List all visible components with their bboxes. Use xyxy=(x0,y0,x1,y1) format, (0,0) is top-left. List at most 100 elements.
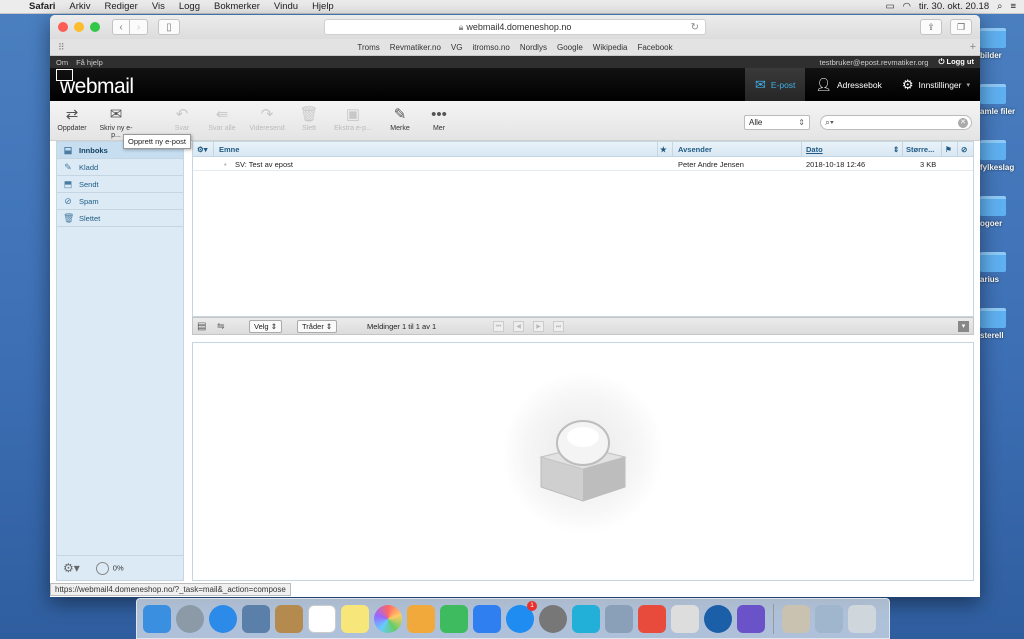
favorite-link[interactable]: Troms xyxy=(352,43,384,52)
prev-page-icon[interactable]: ◀ xyxy=(513,321,524,332)
list-view-icon[interactable]: ▤ xyxy=(197,321,206,332)
col-flag-star-icon[interactable]: ★ xyxy=(660,145,667,154)
migration-icon[interactable] xyxy=(572,604,600,633)
menu-bokmerker[interactable]: Bokmerker xyxy=(207,1,267,12)
menu-arkiv[interactable]: Arkiv xyxy=(62,1,97,12)
notes-icon[interactable] xyxy=(341,604,369,633)
folder-sent[interactable]: ⬒ Sendt xyxy=(57,176,183,193)
nav-addressbook[interactable]: 👤︎ Adressebok xyxy=(805,68,891,101)
table-row[interactable]: • SV: Test av epost Peter Andre Jensen 2… xyxy=(193,157,973,171)
desktop-folder[interactable] xyxy=(980,252,1006,272)
favorite-link[interactable]: Wikipedia xyxy=(588,43,633,52)
menu-vindu[interactable]: Vindu xyxy=(267,1,305,12)
quicktime-icon[interactable] xyxy=(704,604,732,633)
printer-icon[interactable] xyxy=(671,604,699,633)
display-icon[interactable]: ▭ xyxy=(886,1,895,12)
menu-rediger[interactable]: Rediger xyxy=(98,1,145,12)
menu-app[interactable]: Safari xyxy=(22,1,62,12)
threads-dropdown[interactable]: Tråder ⇕ xyxy=(297,320,338,333)
last-page-icon[interactable]: ⏭ xyxy=(553,321,564,332)
app-store-icon[interactable]: 1 xyxy=(506,600,537,633)
delete-button[interactable]: 🗑︎ Slett xyxy=(289,105,329,132)
forward-button[interactable]: › xyxy=(130,19,148,35)
wifi-icon[interactable]: ◠ xyxy=(903,1,911,12)
preview-app-icon[interactable] xyxy=(605,604,633,633)
list-options-icon[interactable]: ⚙▾ xyxy=(197,145,208,154)
checklist-icon[interactable] xyxy=(638,604,666,633)
back-button[interactable]: ‹ xyxy=(112,19,130,35)
favorite-link[interactable]: itromso.no xyxy=(467,43,514,52)
zoom-window-button[interactable] xyxy=(90,22,100,32)
desktop-folder[interactable] xyxy=(980,28,1006,48)
spotlight-icon[interactable]: ⌕ xyxy=(997,1,1002,12)
desktop-folder[interactable] xyxy=(980,140,1006,160)
col-date[interactable]: Dato xyxy=(806,145,823,154)
filter-select[interactable]: Alle ⇕ xyxy=(744,115,810,130)
caret-down-icon[interactable]: ▾ xyxy=(966,81,970,89)
forward-mail-button[interactable]: ↷ Videresend xyxy=(247,105,287,132)
mail-app-icon[interactable] xyxy=(242,604,270,633)
numbers-icon[interactable] xyxy=(440,604,468,633)
logout-link[interactable]: ⏻ Logg ut xyxy=(938,57,974,67)
search-input[interactable]: ⌕▾ ✕ xyxy=(820,115,972,130)
row-subject[interactable]: SV: Test av epost xyxy=(235,160,293,169)
grid-icon[interactable]: ⠿ xyxy=(58,42,65,53)
imovie-icon[interactable] xyxy=(737,604,765,633)
tabs-button[interactable]: ❐ xyxy=(950,19,972,35)
list-icon[interactable]: ≡ xyxy=(1010,1,1016,12)
col-size[interactable]: Større... xyxy=(906,145,934,154)
webmail-logo[interactable]: webmail xyxy=(55,68,134,99)
pages-icon[interactable] xyxy=(407,604,435,633)
collapse-preview-icon[interactable]: ▾ xyxy=(958,321,969,332)
new-tab-icon[interactable]: + xyxy=(970,41,976,53)
reply-all-button[interactable]: ⇚ Svar alle xyxy=(202,105,242,132)
folder-actions-gear-icon[interactable]: ⚙▾ xyxy=(63,561,80,575)
close-window-button[interactable] xyxy=(58,22,68,32)
search-icon[interactable]: ⌕▾ xyxy=(825,117,834,128)
threads-toggle-icon[interactable]: ⇋ xyxy=(217,321,225,332)
desktop-folder[interactable] xyxy=(980,308,1006,328)
launchpad-icon[interactable] xyxy=(176,604,204,633)
menu-vis[interactable]: Vis xyxy=(145,1,172,12)
about-link[interactable]: Om xyxy=(56,58,68,67)
col-attachment-icon[interactable]: ⊘ xyxy=(961,145,967,154)
help-link[interactable]: Få hjelp xyxy=(76,58,103,67)
favorite-link[interactable]: Facebook xyxy=(632,43,677,52)
favorite-link[interactable]: VG xyxy=(446,43,468,52)
select-dropdown[interactable]: Velg ⇕ xyxy=(249,320,282,333)
finder-icon[interactable] xyxy=(143,604,171,633)
nav-settings[interactable]: ⚙ Innstillinger ▾ xyxy=(892,68,980,101)
address-bar[interactable]: 🔒︎ webmail4.domeneshop.no ↻ xyxy=(324,19,706,35)
minimize-window-button[interactable] xyxy=(74,22,84,32)
menubar-clock[interactable]: tir. 30. okt. 20.18 xyxy=(919,1,989,12)
share-button[interactable]: ⇪ xyxy=(920,19,942,35)
refresh-button[interactable]: ⇄ Oppdater xyxy=(52,105,92,132)
clear-search-icon[interactable]: ✕ xyxy=(958,118,968,128)
keynote-icon[interactable] xyxy=(473,604,501,633)
menu-logg[interactable]: Logg xyxy=(172,1,207,12)
folder-spam[interactable]: ⊘ Spam xyxy=(57,193,183,210)
nav-email[interactable]: ✉ E-post xyxy=(744,68,806,101)
document-icon[interactable] xyxy=(782,604,810,633)
folder-drafts[interactable]: ✎ Kladd xyxy=(57,159,183,176)
mark-button[interactable]: ✎ Merke xyxy=(380,105,420,132)
system-preferences-icon[interactable] xyxy=(539,604,567,633)
more-button[interactable]: ••• Mer xyxy=(419,105,459,132)
next-page-icon[interactable]: ▶ xyxy=(533,321,544,332)
reply-button[interactable]: ↶ Svar xyxy=(162,105,202,132)
first-page-icon[interactable]: ⏮ xyxy=(493,321,504,332)
favorite-link[interactable]: Nordlys xyxy=(515,43,552,52)
sidebar-toggle-button[interactable]: ▯ xyxy=(158,19,180,35)
reload-icon[interactable]: ↻ xyxy=(691,22,699,33)
favorite-link[interactable]: Google xyxy=(552,43,588,52)
folder-trash[interactable]: 🗑︎ Slettet xyxy=(57,210,183,227)
col-flag-icon[interactable]: ⚑ xyxy=(945,145,952,154)
photos-icon[interactable] xyxy=(374,604,402,633)
menu-hjelp[interactable]: Hjelp xyxy=(305,1,341,12)
contacts-icon[interactable] xyxy=(275,604,303,633)
archive-button[interactable]: ▣ Ekstra e-p... xyxy=(333,105,373,132)
col-sender[interactable]: Avsender xyxy=(678,145,712,154)
desktop-folder[interactable] xyxy=(980,84,1006,104)
favorite-link[interactable]: Revmatiker.no xyxy=(385,43,446,52)
screenshot-icon[interactable] xyxy=(815,604,843,633)
